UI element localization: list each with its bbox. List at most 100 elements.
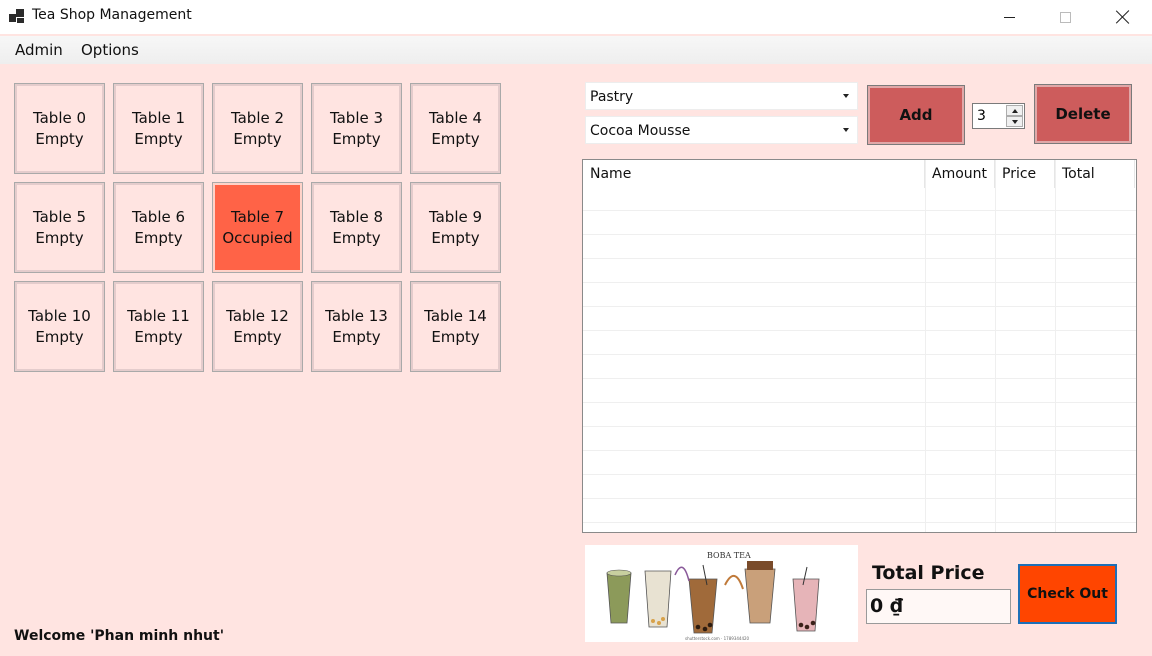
category-combobox[interactable]: Pastry (585, 82, 858, 110)
add-button[interactable]: Add (867, 85, 965, 145)
total-price-field[interactable]: 0 ₫ (866, 589, 1011, 624)
arrow-up-icon (1011, 108, 1018, 113)
welcome-label: Welcome 'Phan minh nhut' (14, 628, 224, 644)
chevron-down-icon[interactable] (837, 86, 855, 106)
table-button[interactable]: Table 10 Empty (14, 281, 105, 372)
table-row (583, 307, 1136, 331)
table-row (583, 499, 1136, 523)
increment-button[interactable] (1006, 105, 1023, 116)
bill-header: Name Amount Price Total (583, 160, 1136, 188)
table-name: Table 13 (325, 306, 388, 325)
table-name: Table 0 (32, 108, 87, 127)
table-row (583, 379, 1136, 403)
table-row (583, 187, 1136, 211)
table-button[interactable]: Table 2 Empty (212, 83, 303, 174)
column-header-amount[interactable]: Amount (925, 160, 995, 188)
table-button[interactable]: Table 13 Empty (311, 281, 402, 372)
product-value: Cocoa Mousse (590, 123, 691, 139)
table-button[interactable]: Table 0 Empty (14, 83, 105, 174)
table-row (583, 331, 1136, 355)
table-row (583, 283, 1136, 307)
table-name: Table 5 (32, 207, 87, 226)
boba-tea-banner: BOBA TEA shutterstock.com · 1789344420 (585, 545, 858, 642)
table-name: Table 6 (131, 207, 186, 226)
table-name: Table 14 (424, 306, 487, 325)
table-status: Empty (35, 228, 84, 247)
table-button[interactable]: Table 12 Empty (212, 281, 303, 372)
table-button[interactable]: Table 1 Empty (113, 83, 204, 174)
menu-options[interactable]: Options (81, 41, 139, 59)
bill-listview[interactable]: Name Amount Price Total (582, 159, 1137, 533)
table-name: Table 2 (230, 108, 285, 127)
table-status: Occupied (222, 228, 293, 247)
boba-tea-illustration: BOBA TEA shutterstock.com · 1789344420 (585, 545, 858, 642)
table-name: Table 11 (127, 306, 190, 325)
table-name: Table 4 (428, 108, 483, 127)
table-name: Table 3 (329, 108, 384, 127)
window-title: Tea Shop Management (32, 7, 192, 23)
column-header-name[interactable]: Name (583, 160, 925, 188)
quantity-stepper[interactable]: 3 (972, 103, 1025, 129)
table-status: Empty (134, 228, 183, 247)
table-status: Empty (233, 327, 282, 346)
check-out-button[interactable]: Check Out (1018, 564, 1117, 624)
maximize-button[interactable] (1042, 0, 1088, 34)
column-header-total[interactable]: Total (1055, 160, 1135, 188)
close-icon (1116, 10, 1130, 24)
column-divider (995, 160, 996, 532)
table-status: Empty (431, 228, 480, 247)
table-button[interactable]: Table 11 Empty (113, 281, 204, 372)
title-bar: Tea Shop Management (0, 0, 1152, 34)
table-name: Table 10 (28, 306, 91, 325)
minimize-icon (1003, 16, 1015, 18)
table-row (583, 211, 1136, 235)
table-button[interactable]: Table 9 Empty (410, 182, 501, 273)
table-button[interactable]: Table 7 Occupied (212, 182, 303, 273)
menu-admin[interactable]: Admin (15, 41, 63, 59)
table-name: Table 1 (131, 108, 186, 127)
table-row (583, 259, 1136, 283)
arrow-down-icon (1011, 119, 1018, 124)
quantity-value[interactable]: 3 (977, 108, 986, 124)
total-price-label: Total Price (872, 562, 985, 584)
table-status: Empty (332, 129, 381, 148)
close-button[interactable] (1100, 0, 1146, 34)
banner-heading: BOBA TEA (707, 551, 751, 560)
table-row (583, 451, 1136, 475)
table-button[interactable]: Table 4 Empty (410, 83, 501, 174)
table-button[interactable]: Table 3 Empty (311, 83, 402, 174)
table-row (583, 427, 1136, 451)
banner-caption: shutterstock.com · 1789344420 (685, 636, 750, 641)
table-status: Empty (134, 327, 183, 346)
table-name: Table 8 (329, 207, 384, 226)
table-status: Empty (35, 129, 84, 148)
table-button[interactable]: Table 8 Empty (311, 182, 402, 273)
table-status: Empty (332, 228, 381, 247)
category-value: Pastry (590, 89, 634, 105)
table-row (583, 355, 1136, 379)
table-name: Table 7 (230, 207, 285, 226)
table-status: Empty (35, 327, 84, 346)
minimize-button[interactable] (986, 0, 1032, 34)
table-button[interactable]: Table 14 Empty (410, 281, 501, 372)
table-row (583, 235, 1136, 259)
table-name: Table 9 (428, 207, 483, 226)
chevron-down-icon[interactable] (837, 120, 855, 140)
menu-bar: Admin Options (0, 36, 1152, 64)
app-icon (9, 9, 25, 23)
table-status: Empty (431, 327, 480, 346)
table-row (583, 403, 1136, 427)
table-button[interactable]: Table 5 Empty (14, 182, 105, 273)
table-status: Empty (332, 327, 381, 346)
decrement-button[interactable] (1006, 116, 1023, 127)
maximize-icon (1059, 11, 1071, 23)
table-row (583, 475, 1136, 499)
column-divider (1055, 160, 1056, 532)
delete-button[interactable]: Delete (1034, 84, 1132, 144)
column-header-price[interactable]: Price (995, 160, 1055, 188)
table-status: Empty (233, 129, 282, 148)
table-button[interactable]: Table 6 Empty (113, 182, 204, 273)
product-combobox[interactable]: Cocoa Mousse (585, 116, 858, 144)
table-status: Empty (431, 129, 480, 148)
column-divider (925, 160, 926, 532)
